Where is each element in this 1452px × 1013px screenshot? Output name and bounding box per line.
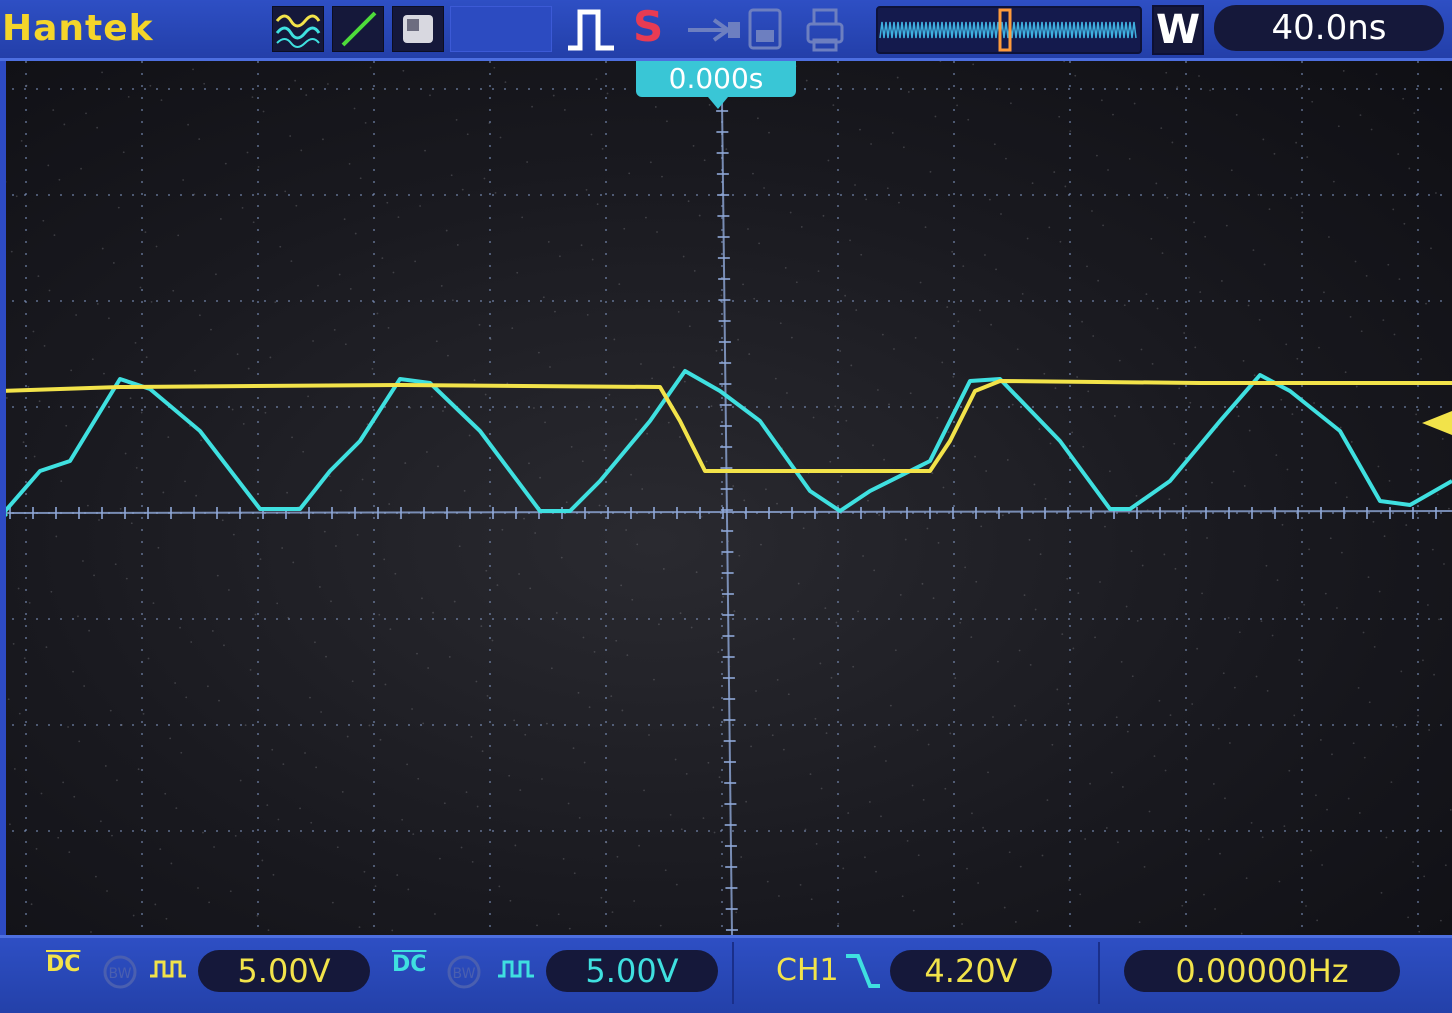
waveform-icon[interactable] <box>272 6 324 52</box>
window-mode-indicator[interactable]: W <box>1152 5 1204 55</box>
usb-icon <box>688 18 740 42</box>
trigger-level[interactable]: 4.20V <box>890 950 1052 992</box>
print-icon <box>806 8 844 52</box>
ch2-coupling[interactable]: DC <box>392 952 426 977</box>
brand-logo: Hantek <box>2 8 154 49</box>
ch2-probe-icon <box>498 960 534 978</box>
bottom-status-bar: DC BW 5.00V DC BW 5.00V CH1 4.20V 0.0000… <box>0 935 1452 1013</box>
trigger-position-marker <box>708 97 728 109</box>
ch2-volts-per-div[interactable]: 5.00V <box>546 950 718 992</box>
separator <box>732 942 734 1004</box>
memory-depth-bar[interactable] <box>876 6 1142 54</box>
oscilloscope-screen: Hantek S W 40.0ns 0.000s DC BW 5.00V DC … <box>0 0 1452 1013</box>
persistence-icon[interactable] <box>392 6 444 52</box>
ch1-volts-per-div[interactable]: 5.00V <box>198 950 370 992</box>
ch1-bandwidth-icon: BW <box>103 955 137 989</box>
ch1-trigger-level-marker <box>1422 411 1452 435</box>
falling-edge-icon[interactable] <box>842 948 882 994</box>
svg-text:BW: BW <box>453 966 476 982</box>
ch1-coupling[interactable]: DC <box>46 952 80 977</box>
single-pulse-icon[interactable] <box>562 4 622 54</box>
graticule <box>0 61 1452 935</box>
top-toolbar: Hantek S W 40.0ns <box>0 0 1452 61</box>
save-icon <box>748 8 782 50</box>
timebase-readout[interactable]: 40.0ns <box>1214 5 1444 51</box>
trigger-source[interactable]: CH1 <box>776 950 839 992</box>
line-icon[interactable] <box>332 6 384 52</box>
stop-indicator: S <box>633 2 664 51</box>
separator <box>1098 942 1100 1004</box>
svg-text:BW: BW <box>109 966 132 982</box>
ch1-probe-icon <box>150 960 186 978</box>
status-field <box>450 6 552 52</box>
trigger-position-readout[interactable]: 0.000s <box>636 61 796 97</box>
ch2-bandwidth-icon: BW <box>447 955 481 989</box>
left-border <box>0 61 6 935</box>
frequency-counter: 0.00000Hz <box>1124 950 1400 992</box>
waveform-display <box>0 61 1452 935</box>
